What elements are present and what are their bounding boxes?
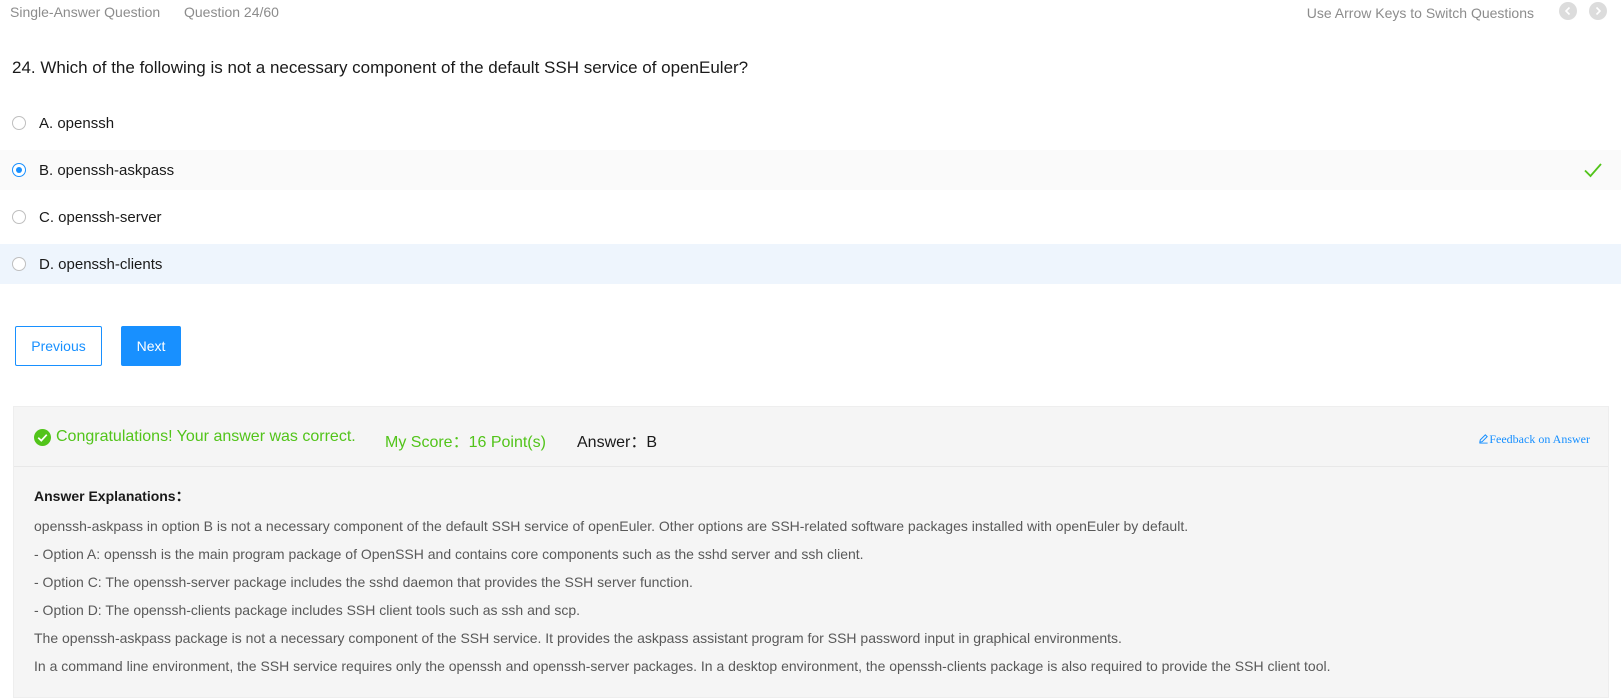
radio-button[interactable]	[12, 257, 26, 271]
option-label: B. openssh-askpass	[39, 161, 175, 179]
quiz-page: Single-Answer Question Question 24/60 Us…	[0, 0, 1621, 699]
check-circle-icon	[34, 429, 51, 446]
result-status-row: Congratulations! Your answer was correct…	[14, 407, 1608, 467]
explanation-line: - Option C: The openssh-server package i…	[34, 574, 693, 590]
correct-check-icon	[1584, 163, 1602, 178]
option-label: A. openssh	[39, 114, 115, 132]
radio-button[interactable]	[12, 163, 26, 177]
question-type: Single-Answer Question	[10, 4, 161, 20]
result-panel: Congratulations! Your answer was correct…	[13, 406, 1609, 698]
explanation-line: - Option A: openssh is the main program …	[34, 546, 864, 562]
option-b[interactable]: B. openssh-askpass	[0, 150, 1621, 190]
option-d[interactable]: D. openssh-clients	[0, 244, 1621, 284]
option-label: D. openssh-clients	[39, 255, 163, 273]
next-question-button[interactable]	[1589, 2, 1607, 20]
chevron-left-icon	[1564, 6, 1571, 16]
option-c[interactable]: C. openssh-server	[0, 197, 1621, 237]
question-progress: Question 24/60	[184, 4, 279, 20]
radio-button[interactable]	[12, 116, 26, 130]
explanation-line: In a command line environment, the SSH s…	[34, 658, 1331, 674]
top-bar: Single-Answer Question Question 24/60 Us…	[0, 0, 1621, 26]
nav-hint: Use Arrow Keys to Switch Questions	[1306, 5, 1534, 21]
score-text: My Score：16 Point(s)	[385, 434, 546, 451]
explanation-line: - Option D: The openssh-clients package …	[34, 602, 581, 618]
radio-button[interactable]	[12, 210, 26, 224]
explanation-line: The openssh-askpass package is not a nec…	[34, 630, 1122, 646]
explanations-heading: Answer Explanations：	[34, 488, 190, 504]
edit-icon	[1479, 434, 1489, 444]
previous-question-button[interactable]	[1559, 2, 1577, 20]
chevron-right-icon	[1595, 6, 1602, 16]
result-message: Congratulations! Your answer was correct…	[56, 428, 356, 445]
answer-explanations: Answer Explanations： openssh-askpass in …	[34, 486, 1594, 680]
feedback-label: Feedback on Answer	[1489, 432, 1590, 446]
answer-text: Answer：B	[577, 434, 658, 451]
previous-button[interactable]: Previous	[15, 326, 102, 366]
next-button[interactable]: Next	[121, 326, 181, 366]
option-a[interactable]: A. openssh	[0, 103, 1621, 143]
option-label: C. openssh-server	[39, 208, 162, 226]
question-text: 24. Which of the following is not a nece…	[12, 58, 749, 77]
feedback-link[interactable]: Feedback on Answer	[1478, 432, 1590, 447]
explanation-line: openssh-askpass in option B is not a nec…	[34, 518, 1189, 534]
